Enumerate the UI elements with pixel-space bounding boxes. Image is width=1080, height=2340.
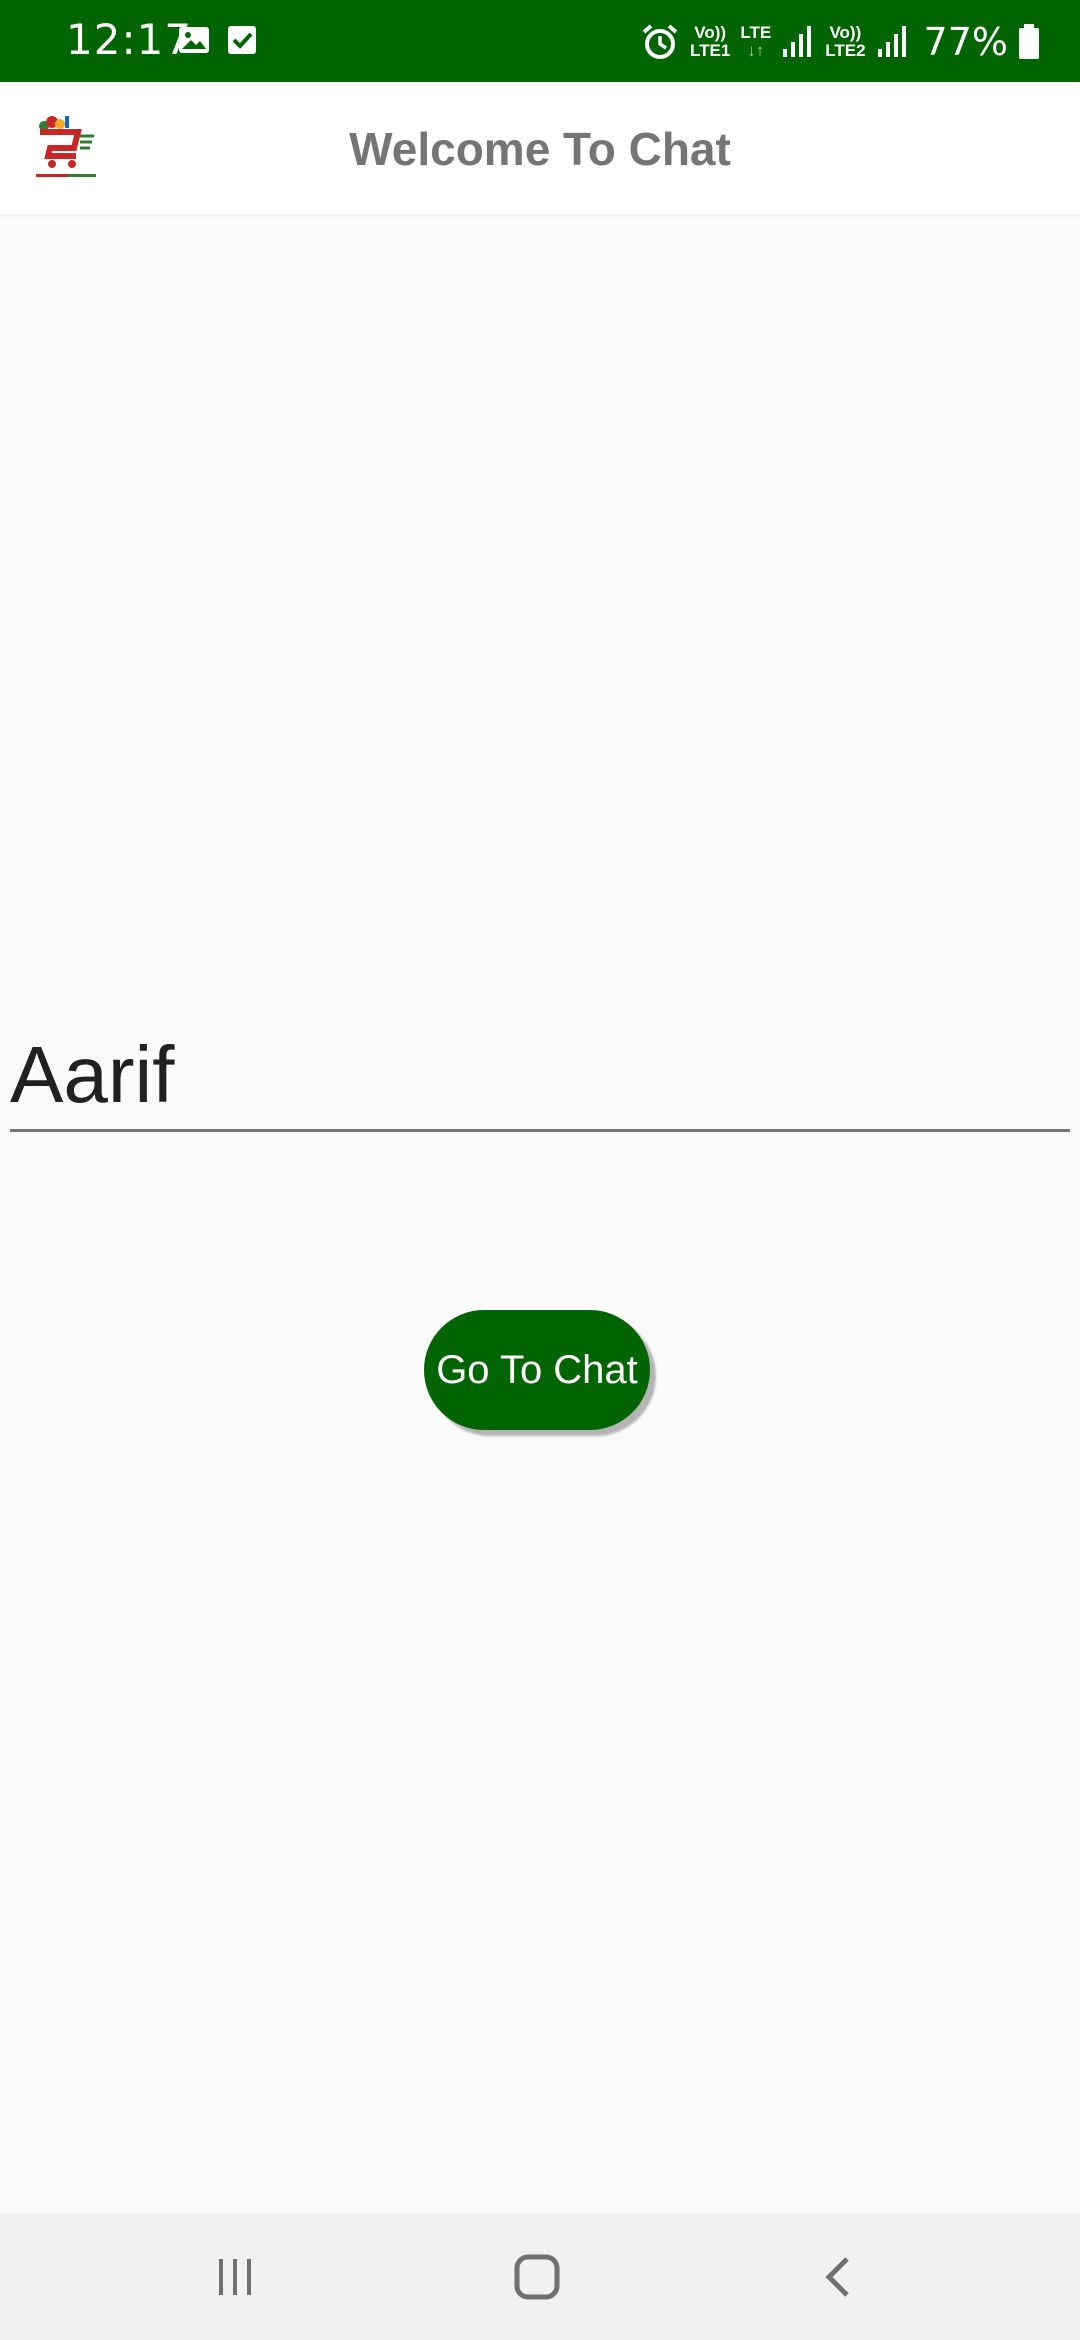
- home-button[interactable]: [502, 2244, 572, 2310]
- volte2-indicator: Vo)) LTE2: [825, 24, 865, 60]
- home-icon: [514, 2254, 560, 2300]
- status-bar: 12:17 Vo)) LTE1 LTE ↓↑ Vo)) LTE2 77%: [0, 0, 1080, 82]
- back-icon: [825, 2257, 849, 2297]
- lte-indicator: LTE ↓↑: [740, 24, 771, 60]
- lte-top: LTE: [740, 23, 772, 42]
- volte2-top: Vo)): [829, 23, 862, 42]
- battery-icon: [1019, 24, 1039, 59]
- go-to-chat-button[interactable]: Go To Chat: [424, 1310, 650, 1430]
- back-button[interactable]: [804, 2244, 874, 2310]
- battery-percent: 77%: [923, 20, 1008, 64]
- page-title: Welcome To Chat: [349, 123, 731, 175]
- status-right-icons: Vo)) LTE1 LTE ↓↑ Vo)) LTE2 77%: [640, 14, 1040, 70]
- volte1-top: Vo)): [694, 23, 727, 42]
- signal-icon: [783, 26, 812, 57]
- alarm-icon: [642, 24, 678, 59]
- lte-bottom: ↓↑: [747, 41, 765, 60]
- signal-icon: [877, 26, 906, 57]
- volte1-bottom: LTE1: [690, 41, 731, 60]
- screen: 12:17 Vo)) LTE1 LTE ↓↑ Vo)) LTE2 77% Wel…: [0, 0, 1080, 2340]
- status-time: 12:17: [66, 15, 193, 64]
- system-nav-bar: [0, 2214, 1080, 2340]
- volte1-indicator: Vo)) LTE1: [690, 24, 730, 60]
- name-input[interactable]: [10, 1020, 1070, 1132]
- app-bar: Welcome To Chat: [0, 82, 1080, 214]
- image-icon: [179, 27, 209, 53]
- volte2-bottom: LTE2: [825, 41, 866, 60]
- checkbox-icon: [228, 26, 256, 54]
- recent-apps-icon: [219, 2259, 251, 2295]
- status-left-icons: [178, 24, 258, 56]
- recent-apps-button[interactable]: [200, 2244, 270, 2310]
